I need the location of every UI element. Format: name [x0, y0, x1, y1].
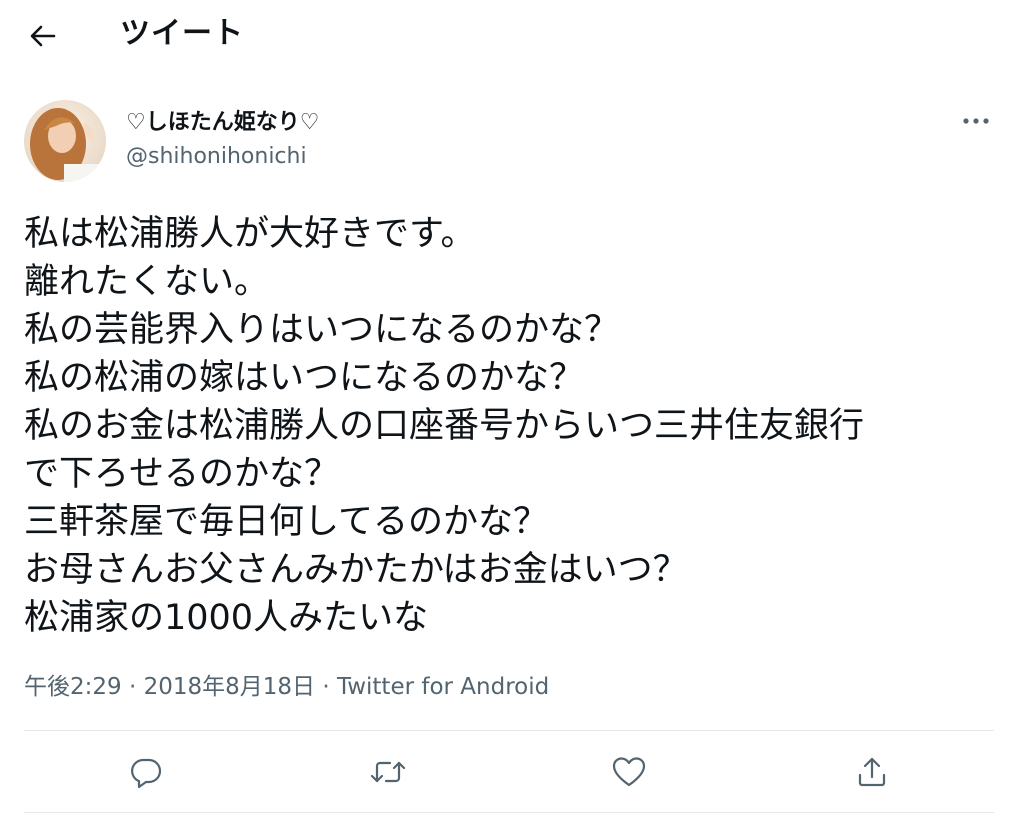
- tweet-line: 私の芸能界入りはいつになるのかな？: [24, 310, 620, 350]
- back-button[interactable]: [22, 16, 62, 56]
- tweet-line: 松浦家の1000人みたいな: [24, 598, 429, 638]
- back-arrow-icon: [30, 25, 56, 47]
- tweet-source[interactable]: Twitter for Android: [337, 674, 549, 700]
- tweet-text: 私は松浦勝人が大好きです。 離れたくない。 私の芸能界入りはいつになるのかな？ …: [24, 210, 1004, 642]
- meta-separator: ·: [121, 674, 144, 700]
- tweet-line: 私の松浦の嫁はいつになるのかな？: [24, 358, 585, 398]
- tweet-line: 離れたくない。: [24, 262, 270, 302]
- tweet-line: 私のお金は松浦勝人の口座番号からいつ三井住友銀行: [24, 406, 865, 446]
- author-display-name[interactable]: ♡しほたん姫なり♡: [126, 106, 319, 140]
- avatar-image: [24, 100, 106, 182]
- retweet-icon: [370, 761, 406, 783]
- author-handle[interactable]: @shihonihonichi: [126, 140, 307, 174]
- page-title: ツイート: [120, 16, 244, 51]
- divider: [24, 812, 994, 813]
- like-button[interactable]: [607, 750, 651, 794]
- meta-separator: ·: [315, 674, 337, 700]
- top-bar: ツイート: [0, 0, 1024, 70]
- reply-icon: [131, 758, 162, 789]
- divider: [24, 730, 994, 731]
- more-dots-icon: [963, 118, 989, 124]
- avatar[interactable]: [24, 100, 106, 182]
- tweet-time[interactable]: 午後2:29: [24, 674, 122, 700]
- tweet-line: 私は松浦勝人が大好きです。: [24, 214, 476, 254]
- tweet-line: 三軒茶屋で毎日何してるのかな？: [24, 502, 548, 542]
- like-heart-icon: [612, 757, 646, 787]
- more-options-button[interactable]: [956, 104, 996, 138]
- share-button[interactable]: [850, 750, 894, 794]
- retweet-button[interactable]: [366, 750, 410, 794]
- share-icon: [858, 757, 886, 787]
- tweet-date[interactable]: 2018年8月18日: [144, 674, 315, 700]
- tweet-line: で下ろせるのかな？: [24, 454, 340, 494]
- tweet-line: お母さんお父さんみかたかはお金はいつ？: [24, 550, 688, 590]
- tweet-metadata: 午後2:29 · 2018年8月18日 · Twitter for Androi…: [24, 670, 549, 704]
- reply-button[interactable]: [124, 750, 168, 794]
